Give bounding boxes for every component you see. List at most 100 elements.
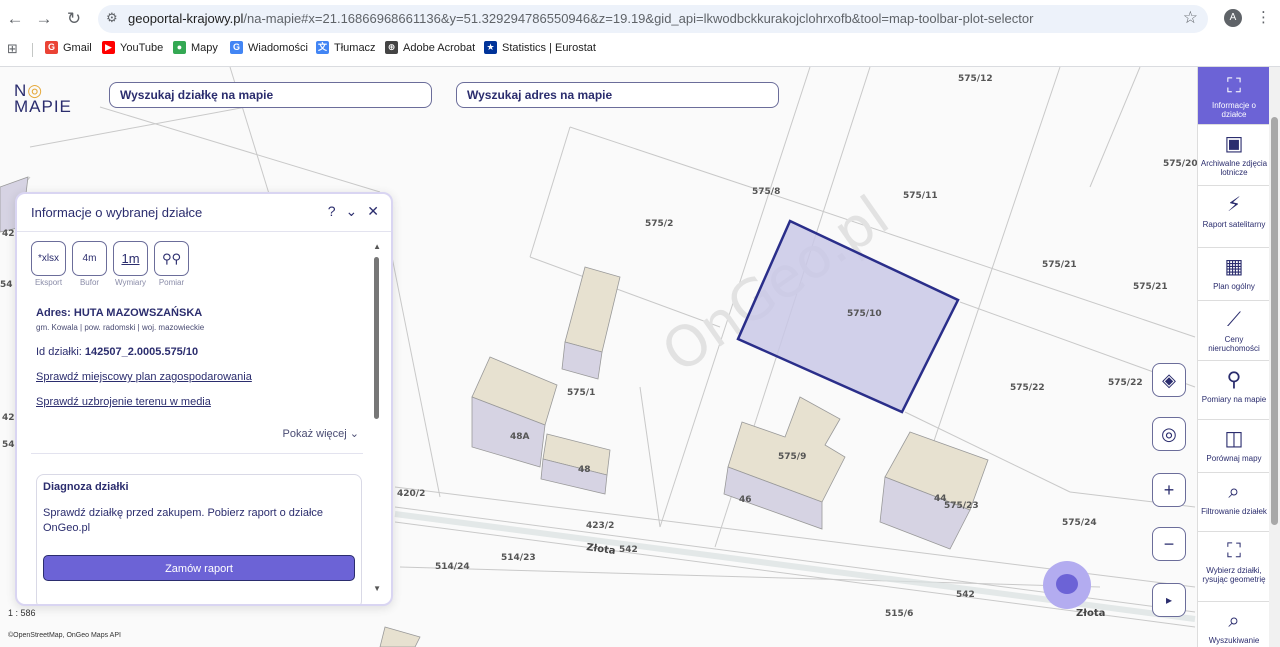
parcel-line — [639, 386, 661, 528]
zoning-plan-link[interactable]: Sprawdź miejscowy plan zagospodarowania — [36, 371, 252, 383]
map-search-icon: ⌕ — [1228, 481, 1240, 503]
order-report-button[interactable]: Zamów raport — [43, 555, 355, 581]
bookmark-label: Statistics | Eurostat — [502, 41, 596, 54]
parcel-line — [529, 126, 571, 258]
plot-administrative-units: gm. Kowala | pow. radomski | woj. mazowi… — [36, 323, 205, 332]
export-xlsx-icon[interactable]: *xlsx — [31, 241, 66, 276]
bookmark-eurostat[interactable]: ★ Statistics | Eurostat — [484, 41, 596, 54]
zoom-out-button[interactable]: − — [1152, 527, 1186, 561]
translate-icon: 文 — [316, 41, 329, 54]
plot-address: Adres: HUTA MAZOWSZAŃSKA — [36, 307, 203, 319]
satellite-icon: ⚡ — [1226, 194, 1242, 216]
sidebar-item-property-prices[interactable]: ⟋ Ceny nieruchomości — [1198, 301, 1270, 361]
scroll-up-arrow-icon[interactable]: ▲ — [373, 242, 381, 251]
sidebar-item-satellite-report[interactable]: ⚡ Raport satelitarny — [1198, 186, 1270, 248]
sidebar-item-filter-plots[interactable]: ⌕ Filtrowanie działek — [1198, 473, 1270, 532]
map-scale: 1 : 586 — [8, 608, 36, 618]
chat-widget-button[interactable] — [1043, 561, 1091, 609]
sidebar-item-label: Porównaj mapy — [1206, 454, 1262, 463]
reload-icon[interactable]: ↻ — [63, 8, 85, 30]
compare-icon: ◫ — [1224, 428, 1244, 450]
back-arrow-icon[interactable]: ← — [4, 8, 26, 30]
na-mapie-logo[interactable]: N◎ MAPIE — [14, 82, 72, 115]
sidebar-item-measurements[interactable]: ⚲ Pomiary na mapie — [1198, 361, 1270, 420]
bookmarks-separator — [32, 43, 33, 57]
bookmark-youtube[interactable]: ▶ YouTube — [102, 41, 163, 54]
chart-line-icon: ⟋ — [1227, 309, 1241, 331]
plan-icon: ▦ — [1224, 256, 1244, 278]
utilities-link[interactable]: Sprawdź uzbrojenie terenu w media — [36, 396, 211, 408]
dimensions-tool[interactable]: 1m Wymiary — [113, 241, 148, 287]
site-settings-icon[interactable]: ⚙ — [106, 10, 118, 26]
forward-arrow-icon[interactable]: → — [33, 8, 55, 30]
parcel-label: 575/21 — [1042, 260, 1077, 270]
bookmark-mapy[interactable]: ● Mapy — [173, 41, 218, 54]
parcel-label: 575/22 — [1108, 378, 1143, 388]
buffer-tool[interactable]: 4m Bufor — [72, 241, 107, 287]
locate-button[interactable]: ◎ — [1152, 417, 1186, 451]
parcel-label: 575/22 — [1010, 383, 1045, 393]
maps-pin-icon: ● — [173, 41, 186, 54]
diagnosis-text: Sprawdź działkę przed zakupem. Pobierz r… — [43, 507, 324, 534]
parcel-line — [389, 246, 441, 498]
buffer-icon[interactable]: 4m — [72, 241, 107, 276]
expand-button[interactable]: ▸ — [1152, 583, 1186, 617]
gmail-icon: G — [45, 41, 58, 54]
map-canvas[interactable]: OnGeo.pl 575/12 575/20 575/8 575/11 575/… — [0, 67, 1197, 647]
zoom-in-button[interactable]: + — [1152, 473, 1186, 507]
sidebar-item-label: Plan ogólny — [1213, 282, 1255, 291]
photo-icon: ▣ — [1224, 133, 1244, 155]
tool-caption: Bufor — [79, 278, 100, 287]
help-icon[interactable]: ? — [328, 203, 336, 220]
bookmark-label: Gmail — [63, 41, 92, 54]
dimensions-icon[interactable]: 1m — [113, 241, 148, 276]
bookmark-gmail[interactable]: G Gmail — [45, 41, 92, 54]
parcel-label: 542 — [619, 545, 638, 555]
map-attribution[interactable]: ©OpenStreetMap, OnGeo Maps API — [8, 632, 121, 639]
address-bar[interactable]: ⚙ geoportal-krajowy.pl/na-mapie#x=21.168… — [98, 5, 1208, 33]
tools-sidebar: ⛶ Informacje o działce ▣ Archiwalne zdjęci… — [1197, 67, 1270, 647]
sidebar-item-aerial-photos[interactable]: ▣ Archiwalne zdjęcia lotnicze — [1198, 125, 1270, 186]
bookmark-wiadomosci[interactable]: G Wiadomości — [230, 41, 308, 54]
browser-menu-icon[interactable]: ⋮ — [1256, 8, 1271, 26]
profile-avatar[interactable]: A — [1224, 9, 1242, 27]
parcel-label: 515/6 — [885, 609, 913, 619]
bookmark-adobe-acrobat[interactable]: ⊕ Adobe Acrobat — [385, 41, 475, 54]
measure-pins-icon[interactable]: ⚲⚲ — [154, 241, 189, 276]
page-scrollbar[interactable] — [1269, 67, 1280, 647]
panel-scrollbar[interactable] — [374, 257, 379, 419]
sidebar-item-plot-info[interactable]: ⛶ Informacje o działce — [1198, 67, 1270, 125]
plot-search-input[interactable]: Wyszukaj działkę na mapie — [109, 82, 432, 108]
chevron-down-icon[interactable]: ⌄ — [346, 203, 358, 220]
address-search-input[interactable]: Wyszukaj adres na mapie — [456, 82, 779, 108]
parcel-label: 514/24 — [435, 562, 470, 572]
parcel-label: 575/10 — [847, 309, 882, 319]
building-number: 48A — [510, 432, 530, 442]
export-tool[interactable]: *xlsx Eksport — [31, 241, 66, 287]
sidebar-item-select-by-geometry[interactable]: ⛶ Wybierz działki, rysując geometrię — [1198, 532, 1270, 602]
panel-divider — [17, 231, 391, 232]
url-text: geoportal-krajowy.pl/na-mapie#x=21.16866… — [128, 11, 1033, 26]
bookmark-tlumacz[interactable]: 文 Tłumacz — [316, 41, 376, 54]
sidebar-item-general-plan[interactable]: ▦ Plan ogólny — [1198, 248, 1270, 301]
parcel-label: 575/8 — [752, 187, 780, 197]
sidebar-item-compare-maps[interactable]: ◫ Porównaj mapy — [1198, 420, 1270, 473]
panel-divider — [31, 453, 363, 454]
parcel-line — [1089, 67, 1141, 188]
close-icon[interactable]: ✕ — [367, 203, 379, 220]
bookmark-label: Adobe Acrobat — [403, 41, 476, 54]
news-icon: G — [230, 41, 243, 54]
apps-grid-icon[interactable]: ⊞ — [7, 41, 18, 57]
parcel-line — [399, 566, 1101, 588]
tool-caption: Pomiar — [158, 278, 185, 287]
map-search-icon: ⌕ — [1228, 610, 1240, 632]
bookmark-star-icon[interactable]: ☆ — [1183, 8, 1198, 28]
show-more-button[interactable]: Pokaż więcej ⌄ — [283, 427, 359, 440]
layers-button[interactable]: ◈ — [1152, 363, 1186, 397]
measure-tool[interactable]: ⚲⚲ Pomiar — [154, 241, 189, 287]
sidebar-item-search[interactable]: ⌕ Wyszukiwanie — [1198, 602, 1270, 647]
plot-info-panel: Informacje o wybranej działce ? ⌄ ✕ *xls… — [15, 192, 393, 606]
sidebar-item-label: Wyszukiwanie — [1208, 636, 1260, 645]
page-scrollbar-thumb[interactable] — [1271, 117, 1278, 525]
scroll-down-arrow-icon[interactable]: ▼ — [373, 584, 381, 593]
